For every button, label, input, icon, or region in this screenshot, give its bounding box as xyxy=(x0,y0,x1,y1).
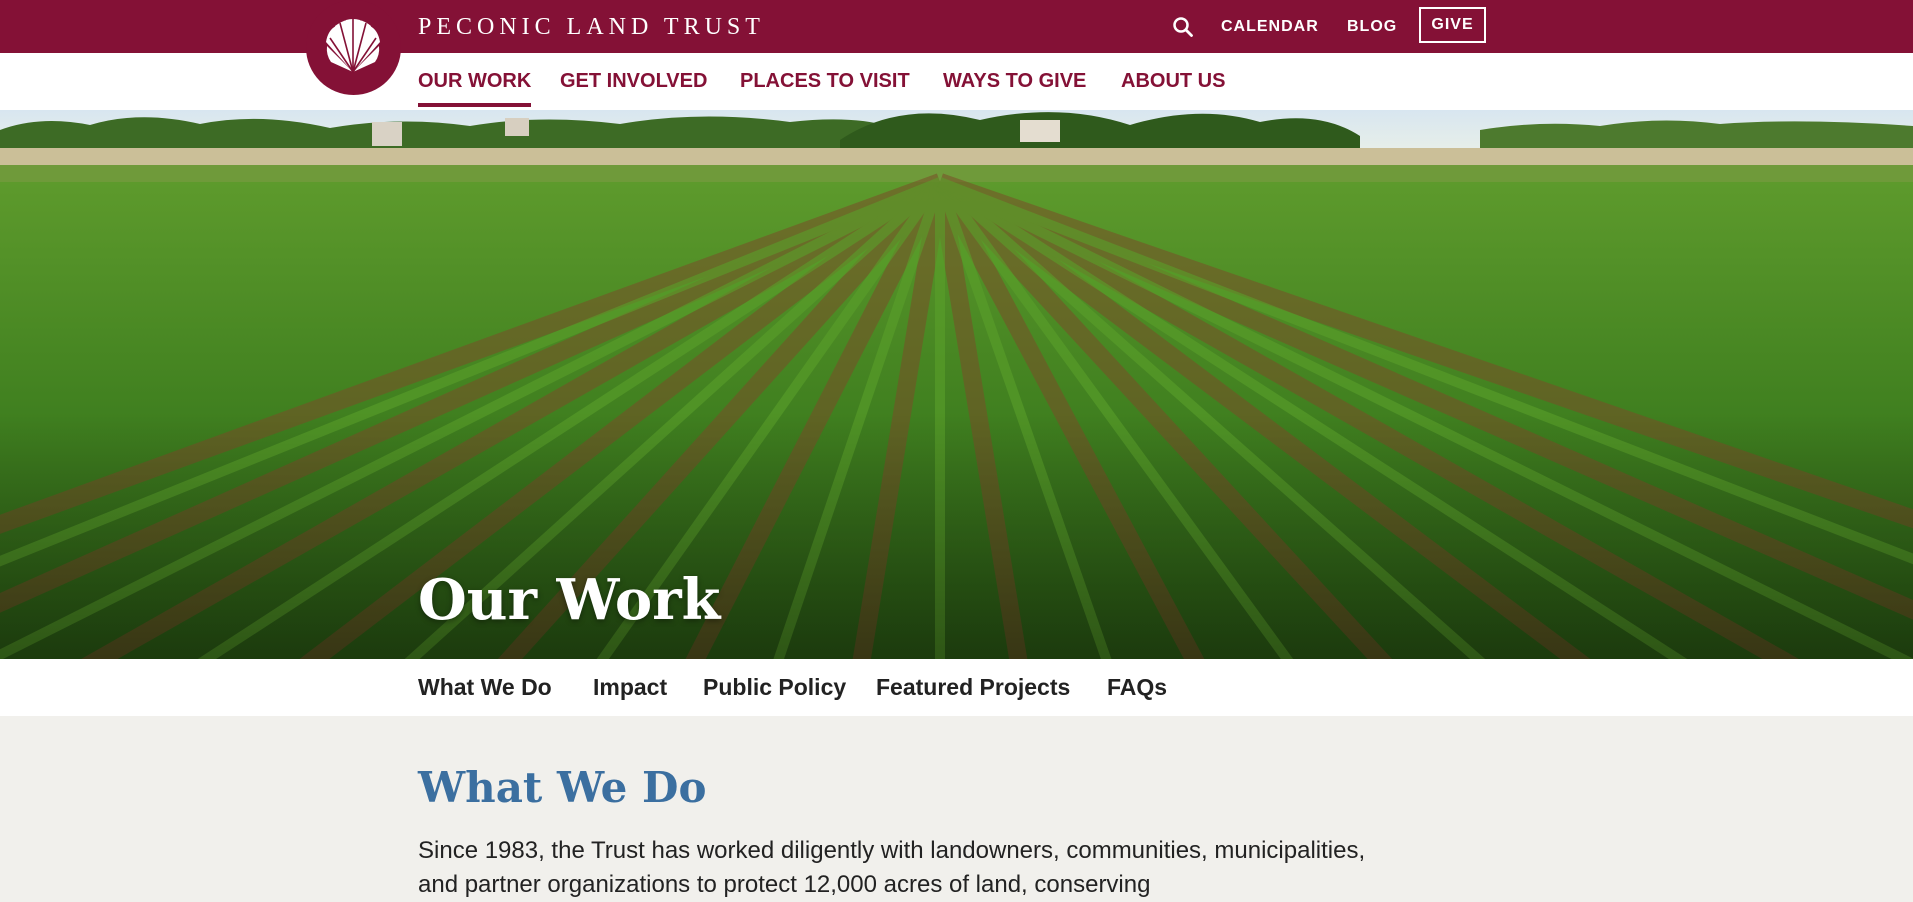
search-button[interactable] xyxy=(1171,0,1195,53)
calendar-link[interactable]: CALENDAR xyxy=(1221,0,1319,53)
subnav-impact[interactable]: Impact xyxy=(593,674,667,701)
subnav-faqs[interactable]: FAQs xyxy=(1107,674,1167,701)
nav-item-get-involved[interactable]: GET INVOLVED xyxy=(560,70,707,93)
scallop-shell-logo xyxy=(326,19,380,73)
page-title: Our Work xyxy=(418,567,721,633)
section-subnav: What We Do Impact Public Policy Featured… xyxy=(0,659,1913,716)
section-heading: What We Do xyxy=(418,763,707,812)
site-brand-name[interactable]: PECONIC LAND TRUST xyxy=(418,14,765,41)
search-icon xyxy=(1173,16,1193,37)
farm-field-image xyxy=(0,110,1913,659)
nav-item-ways-to-give[interactable]: WAYS TO GIVE xyxy=(943,70,1086,93)
give-button[interactable]: GIVE xyxy=(1419,7,1486,43)
nav-item-about-us[interactable]: ABOUT US xyxy=(1121,70,1225,93)
section-paragraph: Since 1983, the Trust has worked diligen… xyxy=(418,837,1366,898)
main-nav: OUR WORK GET INVOLVED PLACES TO VISIT WA… xyxy=(0,53,1913,110)
subnav-public-policy[interactable]: Public Policy xyxy=(703,674,846,701)
nav-item-our-work[interactable]: OUR WORK xyxy=(418,70,532,107)
site-logo[interactable] xyxy=(306,0,401,95)
blog-link[interactable]: BLOG xyxy=(1347,0,1397,53)
nav-item-places-to-visit[interactable]: PLACES TO VISIT xyxy=(740,70,910,93)
subnav-featured-projects[interactable]: Featured Projects xyxy=(876,674,1070,701)
main-content: What We Do Since 1983, the Trust has wor… xyxy=(0,716,1913,902)
top-bar: PECONIC LAND TRUST CALENDAR BLOG GIVE xyxy=(0,0,1913,53)
subnav-what-we-do[interactable]: What We Do xyxy=(418,674,552,701)
hero-banner: Our Work xyxy=(0,110,1913,659)
